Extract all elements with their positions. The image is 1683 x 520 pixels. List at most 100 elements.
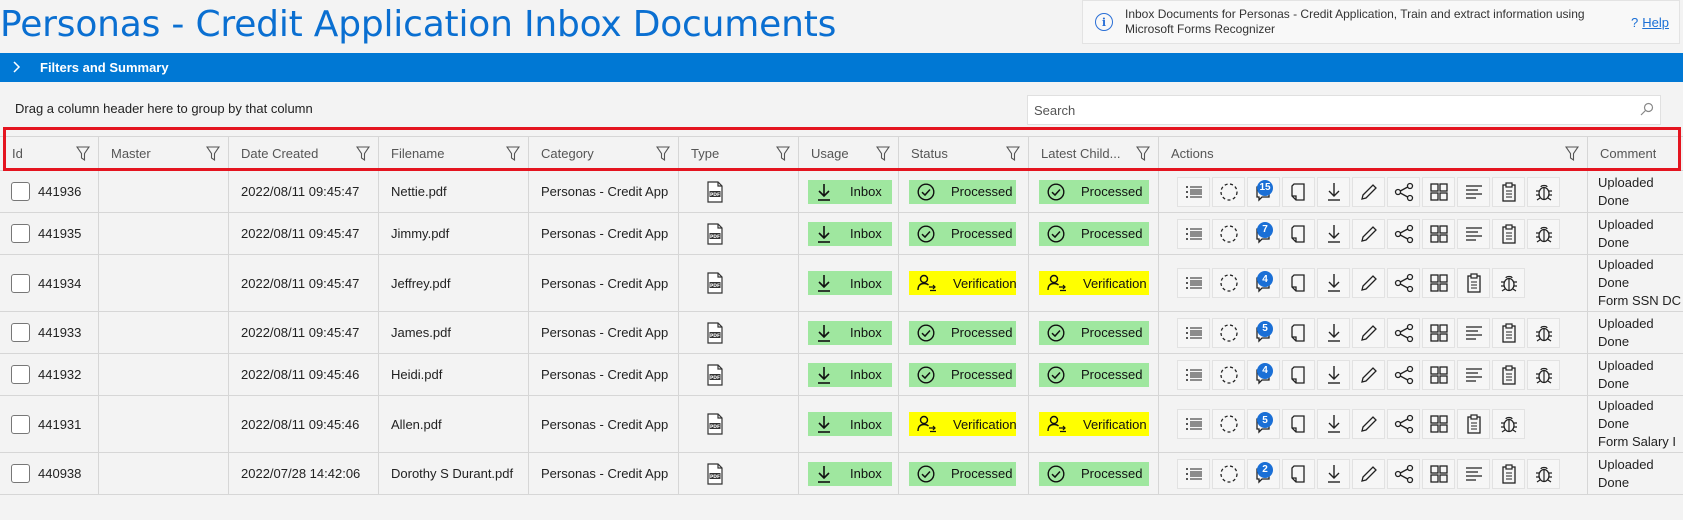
column-header-filename[interactable]: Filename	[379, 137, 529, 170]
clipboard-button[interactable]	[1492, 317, 1525, 348]
bug-button[interactable]	[1492, 268, 1525, 298]
download-button[interactable]	[1317, 409, 1350, 439]
column-header-id[interactable]: Id	[0, 137, 99, 170]
comments-button[interactable]: 4	[1247, 268, 1280, 298]
document-corner-button[interactable]	[1282, 409, 1315, 439]
document-corner-button[interactable]	[1282, 359, 1315, 390]
filters-summary-toggle[interactable]: Filters and Summary	[0, 53, 1683, 82]
clipboard-button[interactable]	[1492, 218, 1525, 249]
share-button[interactable]	[1387, 458, 1420, 489]
list-button[interactable]	[1177, 359, 1210, 390]
edit-pencil-button[interactable]	[1352, 458, 1385, 489]
comments-button[interactable]: 7	[1247, 218, 1280, 249]
download-button[interactable]	[1317, 218, 1350, 249]
edit-pencil-button[interactable]	[1352, 317, 1385, 348]
edit-pencil-button[interactable]	[1352, 359, 1385, 390]
search-box[interactable]	[1027, 95, 1661, 125]
funnel-icon[interactable]	[505, 146, 521, 162]
text-align-button[interactable]	[1457, 218, 1490, 249]
column-header-date-created[interactable]: Date Created	[229, 137, 379, 170]
column-header-latest-child[interactable]: Latest Child...	[1029, 137, 1159, 170]
share-button[interactable]	[1387, 359, 1420, 390]
clipboard-button[interactable]	[1492, 176, 1525, 207]
clipboard-button[interactable]	[1492, 359, 1525, 390]
row-checkbox[interactable]	[11, 414, 30, 434]
funnel-icon[interactable]	[655, 146, 671, 162]
comments-button[interactable]: 2	[1247, 458, 1280, 489]
funnel-icon[interactable]	[875, 146, 891, 162]
dashed-circle-button[interactable]	[1212, 409, 1245, 439]
document-corner-button[interactable]	[1282, 317, 1315, 348]
share-button[interactable]	[1387, 176, 1420, 207]
clipboard-button[interactable]	[1492, 458, 1525, 489]
grid-button[interactable]	[1422, 359, 1455, 390]
comments-button[interactable]: 5	[1247, 409, 1280, 439]
column-header-type[interactable]: Type	[679, 137, 799, 170]
download-button[interactable]	[1317, 268, 1350, 298]
funnel-icon[interactable]	[75, 146, 91, 162]
help-link[interactable]: ? Help	[1631, 15, 1669, 30]
column-header-comment[interactable]: Comment	[1588, 137, 1683, 170]
row-checkbox[interactable]	[11, 464, 30, 483]
comments-button[interactable]: 15	[1247, 176, 1280, 207]
list-button[interactable]	[1177, 409, 1210, 439]
row-checkbox[interactable]	[11, 323, 30, 342]
clipboard-button[interactable]	[1457, 268, 1490, 298]
share-button[interactable]	[1387, 218, 1420, 249]
help-label[interactable]: Help	[1642, 15, 1669, 30]
column-header-category[interactable]: Category	[529, 137, 679, 170]
column-header-usage[interactable]: Usage	[799, 137, 899, 170]
search-icon[interactable]	[1640, 102, 1654, 119]
dashed-circle-button[interactable]	[1212, 458, 1245, 489]
text-align-button[interactable]	[1457, 458, 1490, 489]
download-button[interactable]	[1317, 359, 1350, 390]
comments-button[interactable]: 4	[1247, 359, 1280, 390]
clipboard-button[interactable]	[1457, 409, 1490, 439]
text-align-button[interactable]	[1457, 317, 1490, 348]
bug-button[interactable]	[1527, 458, 1560, 489]
document-corner-button[interactable]	[1282, 268, 1315, 298]
list-button[interactable]	[1177, 218, 1210, 249]
document-corner-button[interactable]	[1282, 218, 1315, 249]
edit-pencil-button[interactable]	[1352, 268, 1385, 298]
dashed-circle-button[interactable]	[1212, 268, 1245, 298]
column-header-actions[interactable]: Actions	[1159, 137, 1588, 170]
bug-button[interactable]	[1492, 409, 1525, 439]
grid-button[interactable]	[1422, 268, 1455, 298]
funnel-icon[interactable]	[1135, 146, 1151, 162]
edit-pencil-button[interactable]	[1352, 409, 1385, 439]
bug-button[interactable]	[1527, 176, 1560, 207]
share-button[interactable]	[1387, 409, 1420, 439]
document-corner-button[interactable]	[1282, 176, 1315, 207]
dashed-circle-button[interactable]	[1212, 176, 1245, 207]
funnel-icon[interactable]	[355, 146, 371, 162]
share-button[interactable]	[1387, 317, 1420, 348]
list-button[interactable]	[1177, 317, 1210, 348]
grid-button[interactable]	[1422, 317, 1455, 348]
bug-button[interactable]	[1527, 317, 1560, 348]
row-checkbox[interactable]	[11, 224, 30, 243]
funnel-icon[interactable]	[775, 146, 791, 162]
document-corner-button[interactable]	[1282, 458, 1315, 489]
row-checkbox[interactable]	[11, 273, 30, 293]
list-button[interactable]	[1177, 176, 1210, 207]
funnel-icon[interactable]	[1005, 146, 1021, 162]
text-align-button[interactable]	[1457, 176, 1490, 207]
funnel-icon[interactable]	[1564, 146, 1580, 162]
search-input[interactable]	[1034, 102, 1640, 118]
grid-button[interactable]	[1422, 458, 1455, 489]
dashed-circle-button[interactable]	[1212, 218, 1245, 249]
edit-pencil-button[interactable]	[1352, 218, 1385, 249]
comments-button[interactable]: 5	[1247, 317, 1280, 348]
grid-button[interactable]	[1422, 218, 1455, 249]
list-button[interactable]	[1177, 268, 1210, 298]
download-button[interactable]	[1317, 317, 1350, 348]
column-header-status[interactable]: Status	[899, 137, 1029, 170]
share-button[interactable]	[1387, 268, 1420, 298]
text-align-button[interactable]	[1457, 359, 1490, 390]
download-button[interactable]	[1317, 458, 1350, 489]
funnel-icon[interactable]	[205, 146, 221, 162]
edit-pencil-button[interactable]	[1352, 176, 1385, 207]
dashed-circle-button[interactable]	[1212, 317, 1245, 348]
bug-button[interactable]	[1527, 359, 1560, 390]
